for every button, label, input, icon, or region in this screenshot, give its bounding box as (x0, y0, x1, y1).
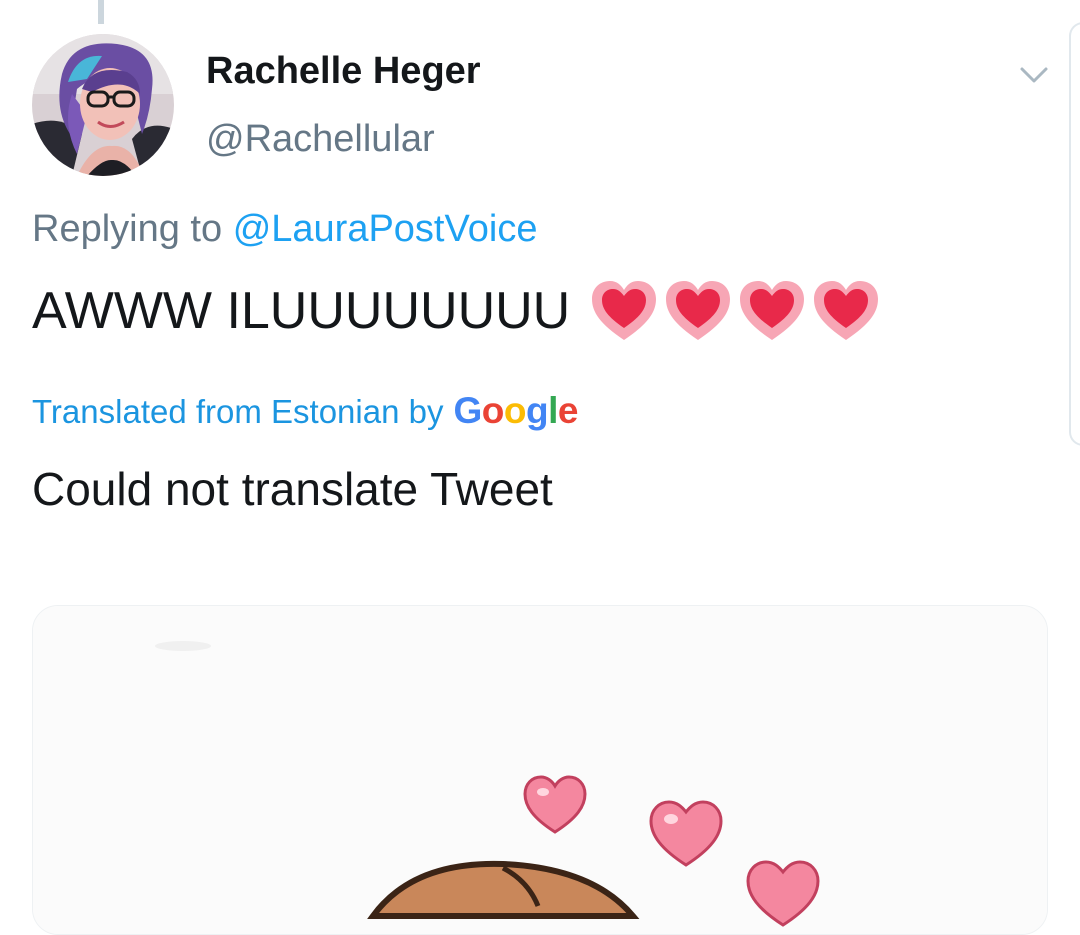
heart-emoji-group (590, 280, 880, 342)
reply-mention-link[interactable]: @LauraPostVoice (233, 208, 538, 250)
heart-emoji (666, 281, 731, 340)
avatar[interactable] (32, 34, 174, 176)
hearts-character-illustration (33, 606, 1047, 934)
tweet-menu-button[interactable] (1012, 52, 1056, 96)
heart-emoji (592, 281, 657, 340)
translation-label: Translated from Estonian by (32, 393, 444, 430)
heart-emoji (740, 281, 805, 340)
tweet-media-gif[interactable] (32, 605, 1048, 935)
tweet-text: AWWW ILUUUUUUUU (32, 278, 880, 344)
avatar-image (32, 34, 174, 176)
translation-status: Could not translate Tweet (32, 463, 553, 515)
tweet-body-text: AWWW ILUUUUUUUU (32, 282, 571, 340)
heart-emoji (814, 281, 879, 340)
thread-connector-line (98, 0, 104, 24)
google-logo: Google (453, 390, 578, 431)
adjacent-card-edge (1069, 22, 1080, 446)
replying-to-label: Replying to (32, 208, 223, 250)
chevron-down-icon (1020, 67, 1048, 83)
replying-to-line: Replying to @LauraPostVoice (32, 208, 537, 251)
author-handle[interactable]: @Rachellular (206, 118, 435, 161)
author-display-name[interactable]: Rachelle Heger (206, 50, 481, 93)
translation-attribution[interactable]: Translated from Estonian by Google (32, 390, 578, 432)
